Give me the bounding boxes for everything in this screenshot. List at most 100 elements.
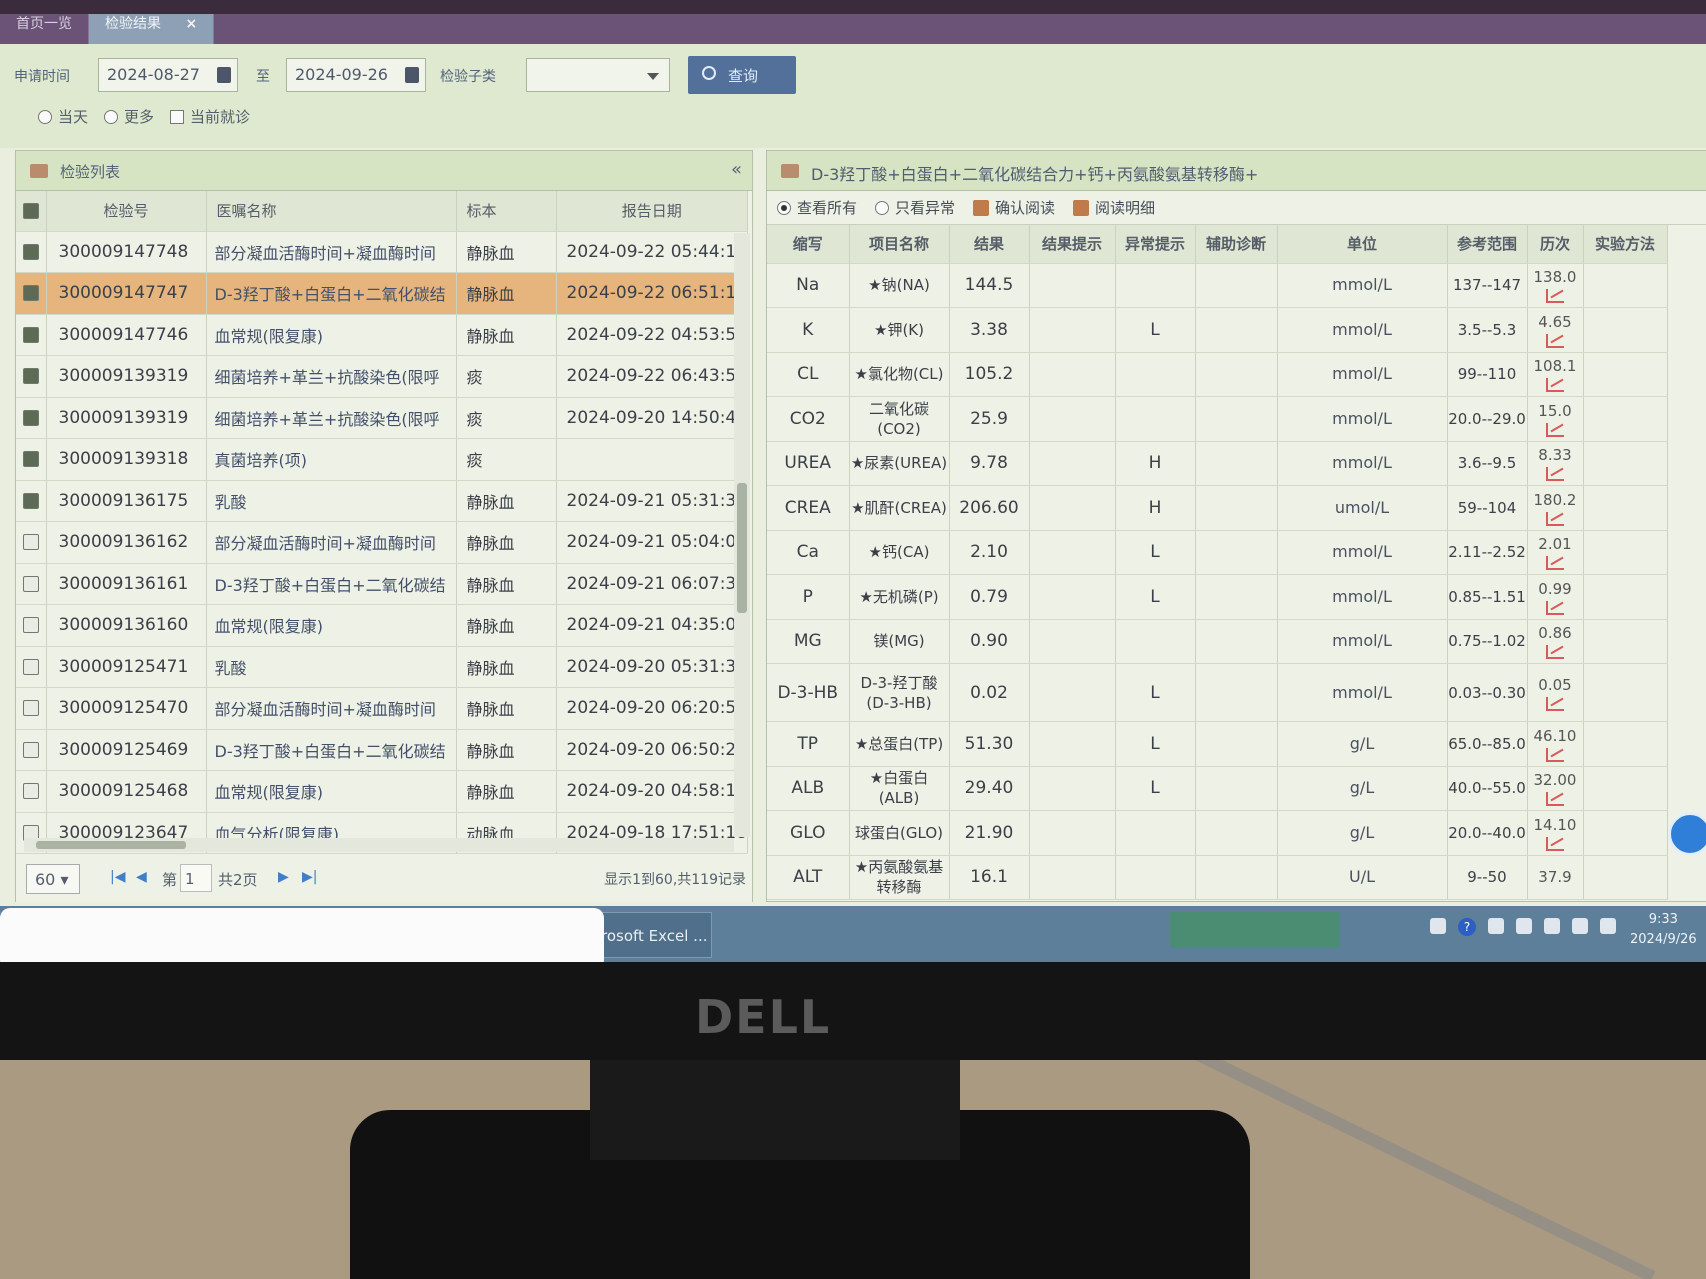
history-cell[interactable]: 0.99 bbox=[1527, 574, 1584, 620]
collapse-icon[interactable]: « bbox=[731, 159, 742, 180]
history-cell[interactable]: 180.2 bbox=[1527, 485, 1584, 531]
taskbar-clock[interactable]: 9:33 2024/9/26 bbox=[1630, 910, 1697, 950]
trend-chart-icon[interactable] bbox=[1546, 696, 1564, 711]
assistant-bubble-icon[interactable] bbox=[1668, 812, 1706, 856]
checkbox-icon[interactable] bbox=[22, 368, 39, 385]
row-checkbox-cell[interactable] bbox=[16, 355, 47, 398]
trend-chart-icon[interactable] bbox=[1546, 556, 1564, 571]
trend-chart-icon[interactable] bbox=[1546, 792, 1564, 807]
table-row[interactable]: CREA ★肌酐(CREA) 206.60 Humol/L 59--104 180.2 bbox=[767, 485, 1668, 531]
checkbox-icon[interactable] bbox=[22, 617, 39, 634]
trend-chart-icon[interactable] bbox=[1546, 836, 1564, 851]
history-cell[interactable]: 4.65 bbox=[1527, 307, 1584, 353]
row-checkbox-cell[interactable] bbox=[16, 770, 47, 813]
last-page-icon[interactable]: ▶| bbox=[302, 869, 317, 885]
table-row[interactable]: 300009125469 D-3羟丁酸+白蛋白+二氧化碳结 静脉血 2024-09-2… bbox=[16, 729, 749, 771]
calendar-icon[interactable] bbox=[405, 67, 419, 83]
scroll-thumb[interactable] bbox=[737, 483, 747, 613]
table-row[interactable]: CO2 二氧化碳(CO2) 25.9 mmol/L 20.0--29.0 15.0 bbox=[767, 396, 1668, 442]
history-cell[interactable]: 0.86 bbox=[1527, 619, 1584, 664]
option-today[interactable]: 当天 bbox=[38, 106, 88, 127]
table-row[interactable]: UREA ★尿素(UREA) 9.78 Hmmol/L 3.6--9.5 8.33 bbox=[767, 441, 1668, 486]
trend-chart-icon[interactable] bbox=[1546, 422, 1564, 437]
taskbar-app-button[interactable] bbox=[1170, 912, 1340, 948]
column-header[interactable]: 项目名称 bbox=[849, 225, 950, 264]
date-to-input[interactable]: 2024-09-26 bbox=[286, 58, 426, 92]
checkbox-icon[interactable] bbox=[22, 492, 39, 509]
close-icon[interactable]: × bbox=[185, 16, 197, 32]
column-header[interactable]: 医嘱名称 bbox=[206, 191, 457, 232]
flag-icon[interactable] bbox=[1544, 918, 1560, 934]
trend-chart-icon[interactable] bbox=[1546, 747, 1564, 762]
view-abnormal-option[interactable]: 只看异常 bbox=[875, 197, 955, 218]
checkbox-icon[interactable] bbox=[170, 110, 185, 124]
checkbox-icon[interactable] bbox=[22, 243, 39, 260]
column-header[interactable]: 报告日期 bbox=[556, 191, 749, 232]
row-checkbox-cell[interactable] bbox=[16, 687, 47, 730]
table-row[interactable]: Na ★钠(NA) 144.5 mmol/L 137--147 138.0 bbox=[767, 263, 1668, 308]
history-cell[interactable]: 0.05 bbox=[1527, 663, 1584, 722]
checkbox-icon[interactable] bbox=[22, 575, 39, 592]
table-row[interactable]: K ★钾(K) 3.38 Lmmol/L 3.5--5.3 4.65 bbox=[767, 307, 1668, 353]
radio-icon[interactable] bbox=[777, 201, 791, 215]
row-checkbox-cell[interactable] bbox=[16, 521, 47, 564]
read-detail-button[interactable]: 阅读明细 bbox=[1073, 197, 1155, 218]
vertical-scrollbar[interactable] bbox=[734, 233, 750, 837]
checkbox-icon[interactable] bbox=[22, 658, 39, 675]
table-row[interactable]: 300009136161 D-3羟丁酸+白蛋白+二氧化碳结 静脉血 2024-09-2… bbox=[16, 563, 749, 605]
history-cell[interactable]: 14.10 bbox=[1527, 810, 1584, 856]
table-row[interactable]: 300009125468 血常规(限复康) 静脉血 2024-09-20 04:58:… bbox=[16, 770, 749, 813]
history-cell[interactable]: 15.0 bbox=[1527, 396, 1584, 442]
option-current-visit[interactable]: 当前就诊 bbox=[170, 106, 250, 127]
expand-tray-icon[interactable] bbox=[1516, 918, 1532, 934]
column-header[interactable]: 单位 bbox=[1277, 225, 1448, 264]
history-cell[interactable]: 46.10 bbox=[1527, 721, 1584, 767]
column-header[interactable]: 实验方法 bbox=[1583, 225, 1668, 264]
option-more[interactable]: 更多 bbox=[104, 106, 154, 127]
column-header[interactable]: 辅助诊断 bbox=[1195, 225, 1278, 264]
trend-chart-icon[interactable] bbox=[1546, 289, 1564, 304]
calendar-icon[interactable] bbox=[217, 67, 231, 83]
column-header[interactable]: 标本 bbox=[456, 191, 557, 232]
chevron-down-icon[interactable] bbox=[647, 73, 659, 80]
column-header[interactable]: 异常提示 bbox=[1115, 225, 1196, 264]
table-row[interactable]: GLO 球蛋白(GLO) 21.90 g/L 20.0--40.0 14.10 bbox=[767, 810, 1668, 856]
column-header[interactable]: 缩写 bbox=[767, 225, 850, 264]
column-header[interactable]: 参考范围 bbox=[1447, 225, 1528, 264]
help-icon[interactable]: ? bbox=[1458, 918, 1476, 936]
history-cell[interactable]: 37.9 bbox=[1527, 855, 1584, 900]
trend-chart-icon[interactable] bbox=[1546, 511, 1564, 526]
radio-icon[interactable] bbox=[104, 110, 119, 124]
table-row[interactable]: 300009136162 部分凝血活酶时间+凝血酶时间 静脉血 2024-09-21 … bbox=[16, 521, 749, 564]
network-icon[interactable] bbox=[1572, 918, 1588, 934]
scroll-thumb[interactable] bbox=[36, 841, 186, 849]
table-row[interactable]: P ★无机磷(P) 0.79 Lmmol/L 0.85--1.51 0.99 bbox=[767, 574, 1668, 620]
table-row[interactable]: 300009139319 细菌培养+革兰+抗酸染色(限呼痰 2024-09-20 1… bbox=[16, 397, 749, 439]
row-checkbox-cell[interactable] bbox=[16, 480, 47, 522]
checkbox-icon[interactable] bbox=[22, 700, 39, 717]
column-header[interactable]: 结果提示 bbox=[1029, 225, 1116, 264]
trend-chart-icon[interactable] bbox=[1546, 333, 1564, 348]
subtype-select[interactable] bbox=[526, 58, 670, 92]
volume-icon[interactable] bbox=[1600, 918, 1616, 934]
row-checkbox-cell[interactable] bbox=[16, 729, 47, 771]
history-cell[interactable]: 138.0 bbox=[1527, 263, 1584, 308]
table-row[interactable]: 300009147746 血常规(限复康) 静脉血 2024-09-22 04:53:… bbox=[16, 314, 749, 356]
table-row[interactable]: ALB ★白蛋白(ALB) 29.40 Lg/L 40.0--55.0 32.00 bbox=[767, 766, 1668, 811]
table-row[interactable]: 300009139318 真菌培养(项) 痰 bbox=[16, 438, 749, 481]
table-row[interactable]: 300009136160 血常规(限复康) 静脉血 2024-09-21 04:35:… bbox=[16, 604, 749, 647]
confirm-read-button[interactable]: 确认阅读 bbox=[973, 197, 1055, 218]
select-all-cell[interactable] bbox=[16, 191, 47, 232]
table-row[interactable]: 300009125471 乳酸 静脉血 2024-09-20 05:31:32 bbox=[16, 646, 749, 688]
trend-chart-icon[interactable] bbox=[1546, 600, 1564, 615]
checkbox-icon[interactable] bbox=[22, 741, 39, 758]
checkbox-icon[interactable] bbox=[22, 326, 39, 343]
keyboard-icon[interactable] bbox=[1430, 918, 1446, 934]
history-cell[interactable]: 2.01 bbox=[1527, 530, 1584, 575]
table-row[interactable]: 300009147748 部分凝血活酶时间+凝血酶时间 静脉血 2024-09-22 … bbox=[16, 231, 749, 273]
column-header[interactable]: 检验号 bbox=[46, 191, 207, 232]
table-row[interactable]: D-3-HB D-3-羟丁酸(D-3-HB) 0.02 Lmmol/L 0.03--0.… bbox=[767, 663, 1668, 722]
horizontal-scrollbar[interactable] bbox=[24, 838, 734, 852]
page-size-select[interactable]: 60 ▾ bbox=[26, 864, 80, 894]
table-row[interactable]: TP ★总蛋白(TP) 51.30 Lg/L 65.0--85.0 46.10 bbox=[767, 721, 1668, 767]
